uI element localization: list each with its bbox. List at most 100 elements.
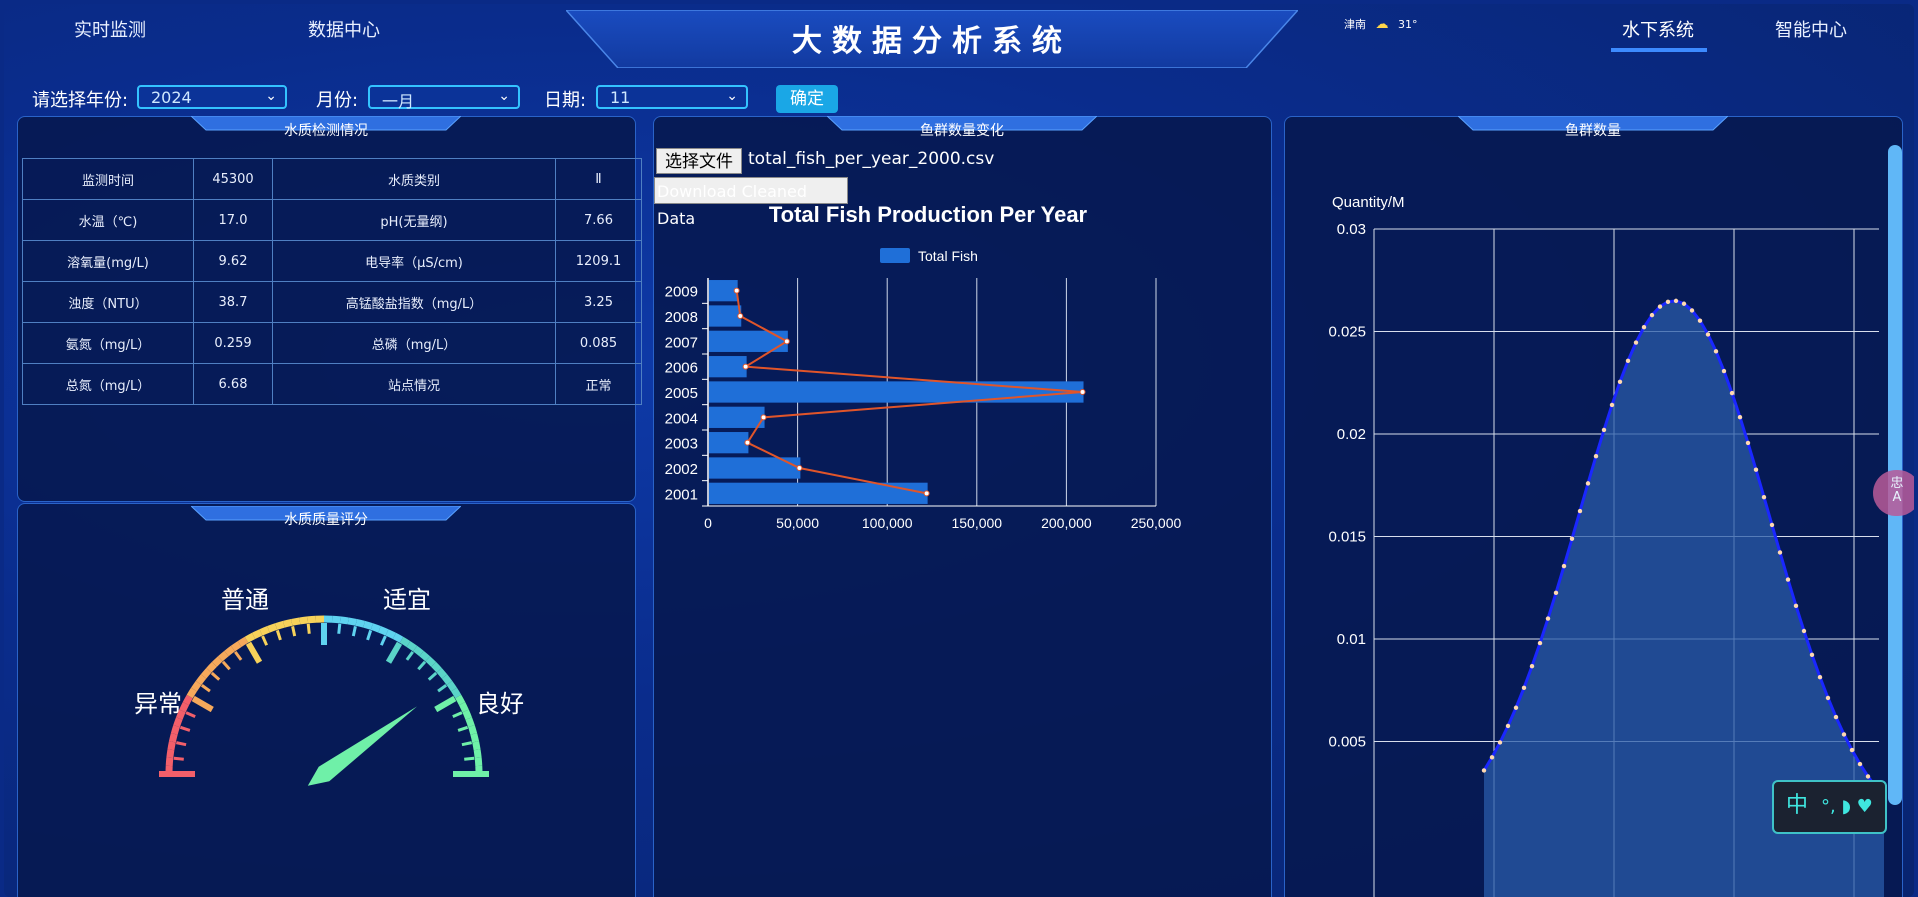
gauge-label-normal: 普通: [221, 587, 269, 614]
data-point: [1769, 522, 1775, 528]
data-point: [1657, 304, 1663, 309]
gauge-arc-segment: [259, 626, 270, 636]
gauge-arc-segment: [244, 632, 256, 643]
gauge-tick: [427, 671, 438, 681]
gauge-tick: [210, 671, 221, 681]
gauge-arc-segment: [195, 674, 207, 685]
data-point: [1079, 389, 1086, 395]
floating-assistant-icon[interactable]: 忠A: [1873, 470, 1914, 516]
data-point: [760, 414, 767, 421]
data-point: [1489, 755, 1495, 760]
table-cell: 氨氮（mg/L）: [22, 322, 194, 364]
weather: 津南 ☁ 31°: [1344, 16, 1418, 32]
gauge-tick: [337, 623, 342, 634]
data-point: [1673, 298, 1679, 304]
table-row: 溶氧量(mg/L) 9.62 电导率（μS/cm) 1209.1: [22, 240, 642, 282]
gauge-arc-segment: [173, 717, 183, 728]
gauge-arc-segment: [230, 641, 242, 652]
y-tick-label: 2002: [665, 461, 698, 478]
quality-gauge: 异常 普通 适宜 良好: [134, 587, 524, 786]
table-cell: 浊度（NTU）: [22, 281, 194, 323]
weather-city: 津南: [1344, 18, 1366, 31]
gauge-tick: [191, 695, 214, 713]
table-cell: Ⅱ: [555, 158, 642, 200]
fish-count-title: 鱼群数量: [1565, 123, 1621, 139]
legend-swatch: [880, 248, 910, 263]
table-cell: 9.62: [193, 240, 273, 282]
fish-production-chart: Total Fish Production Per Year Total Fish…: [665, 202, 1182, 531]
nav-underwater[interactable]: 水下系统: [1622, 16, 1694, 42]
table-cell: pH(无量纲): [272, 199, 556, 241]
gauge-label-abnormal: 异常: [134, 691, 182, 718]
gauge-arc-segment: [363, 620, 373, 630]
gauge-tick: [261, 635, 269, 646]
table-cell: 电导率（μS/cm): [272, 240, 556, 282]
gauge-tick: [200, 684, 211, 693]
table-row: 总氮（mg/L） 6.68 站点情况 正常: [22, 363, 642, 405]
table-cell: 0.085: [555, 322, 642, 364]
month-select[interactable]: 一月 ⌄: [368, 85, 520, 111]
gauge-arc-segment: [462, 709, 472, 720]
x-tick-label: 100,000: [862, 515, 913, 531]
gauge-arc-segment: [436, 667, 448, 679]
data-point: [1841, 732, 1847, 737]
gauge-panel-title: 水质质量评分: [284, 512, 368, 528]
data-point: [1689, 308, 1695, 313]
gauge-tick: [245, 641, 263, 664]
gauge-arc-segment: [455, 694, 466, 706]
weather-icon: ☁: [1375, 17, 1389, 32]
x-tick-label: 200,000: [1041, 515, 1092, 531]
gauge-arc-segment: [211, 656, 223, 667]
gauge-arc-segment: [385, 629, 396, 640]
table-cell: 水质类别: [272, 158, 556, 200]
table-cell: 正常: [555, 363, 642, 405]
year-select-value: 2024: [151, 88, 192, 107]
data-point: [1513, 705, 1519, 710]
ime-icons: °, ◗ ♥: [1821, 796, 1873, 817]
nav-data-center[interactable]: 数据中心: [308, 16, 380, 42]
choose-file-button[interactable]: 选择文件: [656, 148, 742, 174]
y-tick-label: 2008: [665, 309, 698, 326]
gauge-tick: [291, 625, 297, 637]
confirm-button[interactable]: 确定: [776, 85, 838, 113]
data-point: [796, 465, 803, 471]
data-point: [1801, 628, 1807, 634]
data-point: [1761, 494, 1767, 500]
gauge-arc-segment: [446, 680, 457, 692]
gauge-arc-segment: [470, 732, 480, 743]
page-title: 大数据分析系统: [792, 24, 1072, 59]
gauge-tick: [434, 695, 457, 713]
data-point: [1681, 301, 1687, 306]
table-cell: 45300: [193, 158, 273, 200]
table-cell: 17.0: [193, 199, 273, 241]
nav-intelligence[interactable]: 智能中心: [1775, 16, 1847, 42]
table-row: 浊度（NTU） 38.7 高锰酸盐指数（mg/L） 3.25: [22, 281, 642, 323]
day-select[interactable]: 11 ⌄: [596, 85, 748, 109]
data-point: [1737, 415, 1743, 420]
ime-toolbar[interactable]: 中 °, ◗ ♥: [1772, 780, 1887, 834]
nav-active-indicator: [1611, 48, 1707, 52]
table-cell: 站点情况: [272, 363, 556, 405]
nav-realtime[interactable]: 实时监测: [74, 16, 146, 42]
year-select[interactable]: 2024 ⌄: [137, 85, 287, 109]
data-point: [1497, 740, 1503, 745]
gauge-tick: [452, 711, 463, 719]
chevron-down-icon: ⌄: [726, 88, 738, 104]
gauge-arc-segment: [474, 757, 483, 767]
gauge-arc-segment: [451, 687, 462, 699]
day-label: 日期:: [544, 90, 587, 111]
y-tick-label: 2006: [665, 360, 698, 377]
gauge-arc-segment: [191, 680, 202, 692]
gauge-arc-segment: [419, 650, 431, 662]
y-tick-label: 0.025: [1328, 324, 1366, 341]
month-label: 月份:: [316, 90, 359, 111]
gauge-arc-segment: [167, 741, 176, 751]
table-row: 氨氮（mg/L） 0.259 总磷（mg/L） 0.085: [22, 322, 642, 364]
data-point: [1849, 747, 1855, 753]
gauge-arc-segment: [217, 650, 229, 662]
gauge-arc-segment: [468, 725, 478, 735]
data-point: [1865, 774, 1871, 779]
gauge-arc-segment: [347, 617, 357, 626]
data-point: [737, 313, 744, 319]
y-tick-label: 2001: [665, 486, 698, 503]
